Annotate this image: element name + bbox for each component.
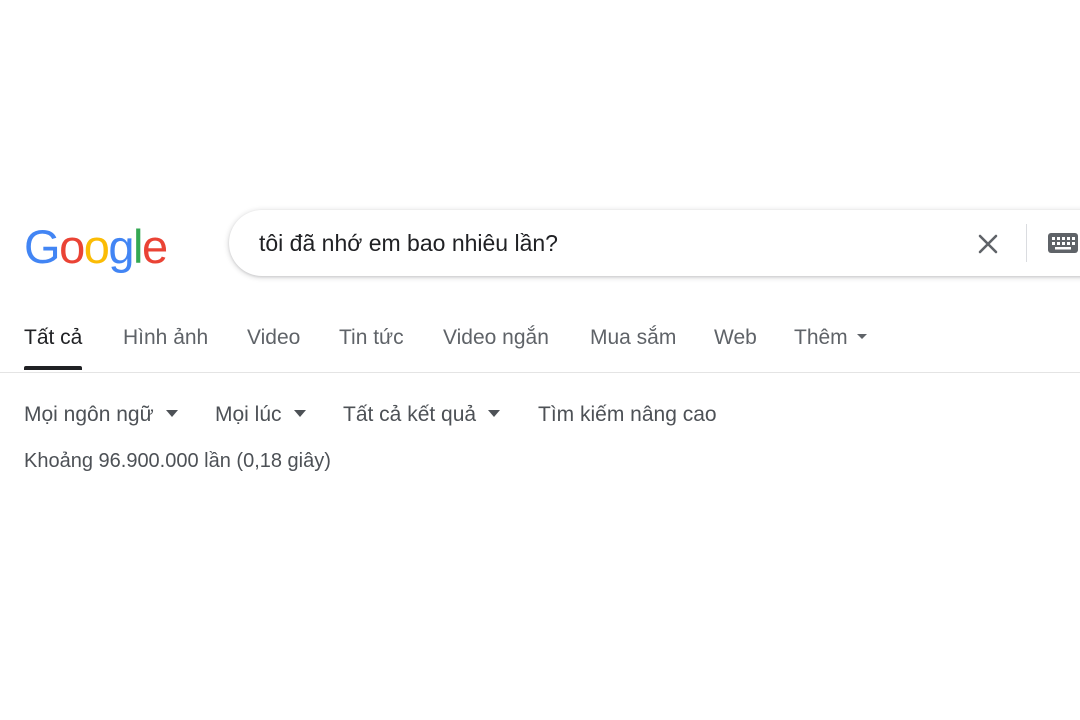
tab-web[interactable]: Web: [714, 318, 757, 370]
result-stats: Khoảng 96.900.000 lần (0,18 giây): [24, 450, 331, 472]
keyboard-button[interactable]: [1045, 228, 1080, 258]
tab-label: Tất cả: [24, 326, 83, 349]
chevron-down-icon: [293, 410, 306, 418]
tab-images[interactable]: Hình ảnh: [123, 318, 208, 370]
tab-news[interactable]: Tin tức: [339, 318, 404, 370]
time-dropdown[interactable]: Mọi lúc: [215, 396, 306, 434]
search-tabs: Tất cả Hình ảnh Video Tin tức Video ngắn…: [0, 318, 1080, 373]
logo-letter: G: [24, 220, 61, 273]
chevron-down-icon: [856, 334, 867, 340]
tab-label: Thêm: [794, 326, 848, 349]
results-label: Tất cả kết quả: [343, 403, 477, 426]
logo-letter: e: [141, 220, 168, 273]
language-label: Mọi ngôn ngữ: [24, 403, 154, 426]
advanced-search-link[interactable]: Tìm kiếm nâng cao: [538, 396, 717, 434]
tab-short-videos[interactable]: Video ngắn: [443, 318, 549, 370]
tab-label: Web: [714, 326, 757, 349]
tab-all[interactable]: Tất cả: [24, 318, 83, 370]
chevron-down-icon: [488, 410, 501, 418]
tab-label: Tin tức: [339, 326, 404, 349]
google-logo[interactable]: G o o g l e: [24, 219, 168, 275]
tab-video[interactable]: Video: [247, 318, 300, 370]
search-bar-divider: [1026, 224, 1027, 262]
logo-letter: o: [83, 220, 110, 273]
search-results-page: G o o g l e tôi đã nhớ em bao nhiêu lần?…: [0, 0, 1080, 720]
chevron-down-icon: [165, 410, 178, 418]
logo-letter: l: [132, 220, 143, 273]
tab-shopping[interactable]: Mua sắm: [590, 318, 676, 370]
language-dropdown[interactable]: Mọi ngôn ngữ: [24, 396, 178, 434]
advanced-search-label: Tìm kiếm nâng cao: [538, 403, 717, 426]
clear-search-button[interactable]: [971, 227, 1005, 261]
time-label: Mọi lúc: [215, 403, 282, 426]
logo-letter: o: [59, 220, 85, 273]
search-bar: [229, 210, 1080, 276]
close-icon: [978, 234, 998, 254]
tab-label: Hình ảnh: [123, 326, 209, 349]
tab-label: Mua sắm: [590, 326, 677, 349]
results-dropdown[interactable]: Tất cả kết quả: [343, 396, 501, 434]
logo-letter: g: [108, 220, 134, 273]
tab-label: Video ngắn: [443, 326, 549, 349]
keyboard-icon: [1048, 233, 1078, 253]
search-input[interactable]: [259, 210, 939, 276]
search-tools: Mọi ngôn ngữ Mọi lúc Tất cả kết quả Tìm …: [0, 396, 1080, 436]
tab-label: Video: [247, 326, 301, 349]
tab-more[interactable]: Thêm: [794, 318, 867, 370]
